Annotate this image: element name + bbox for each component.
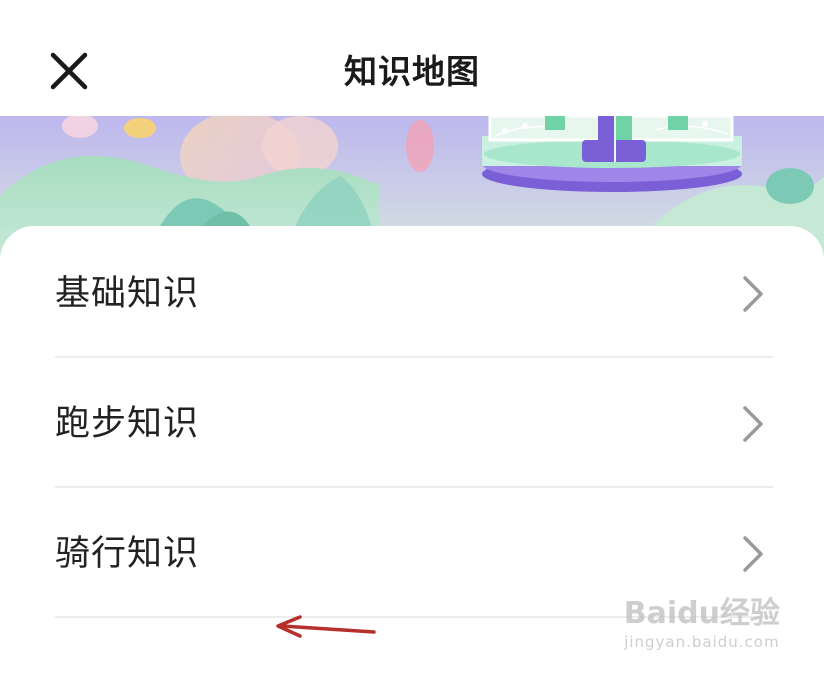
red-arrow-icon	[270, 612, 380, 646]
chevron-right-icon	[739, 274, 767, 314]
chevron-right-icon	[739, 404, 767, 444]
watermark-logo-text: Baidu经验	[623, 596, 780, 631]
list-item-label: 跑步知识	[55, 404, 200, 444]
top-navigation-bar: 知识地图	[0, 0, 824, 116]
list-item-label: 基础知识	[55, 274, 200, 314]
list-item-basic-knowledge[interactable]: 基础知识	[55, 230, 773, 358]
list-item-label: 骑行知识	[55, 534, 200, 574]
watermark: Baidu经验 jingyan.baidu.com	[624, 596, 780, 652]
list-item-running-knowledge[interactable]: 跑步知识	[55, 360, 773, 488]
chevron-right-icon	[739, 534, 767, 574]
watermark-url: jingyan.baidu.com	[624, 633, 780, 651]
page-title: 知识地图	[344, 52, 480, 91]
